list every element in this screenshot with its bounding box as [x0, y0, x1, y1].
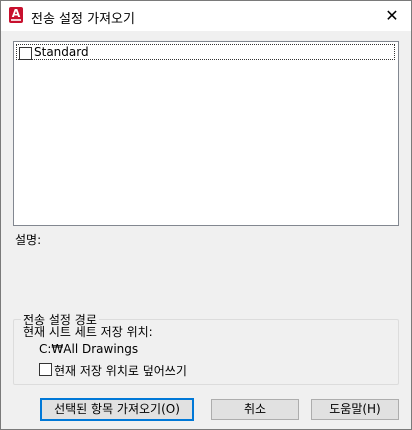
import-transmittal-dialog: A 전송 설정 가져오기 ✕ Standard 설명: 전송 설정 경로 현재 … [0, 0, 412, 430]
close-icon: ✕ [385, 6, 399, 25]
current-location-label: 현재 시트 세트 저장 위치: [23, 325, 153, 339]
list-item-label: Standard [34, 45, 89, 59]
current-location-value: C:₩All Drawings [39, 342, 139, 356]
title-bar: A 전송 설정 가져오기 ✕ [1, 1, 411, 31]
close-button[interactable]: ✕ [381, 5, 403, 27]
autocad-app-icon: A [9, 7, 23, 23]
dialog-title: 전송 설정 가져오기 [31, 12, 135, 27]
cancel-button[interactable]: 취소 [211, 399, 299, 420]
transmittal-setups-list[interactable]: Standard [13, 41, 399, 226]
list-item-checkbox[interactable] [19, 47, 32, 60]
description-label: 설명: [15, 233, 42, 247]
import-selected-button[interactable]: 선택된 항목 가져오기(O) [40, 398, 194, 421]
help-button[interactable]: 도움말(H) [311, 399, 399, 420]
overwrite-checkbox[interactable] [39, 363, 52, 376]
overwrite-label: 현재 저장 위치로 덮어쓰기 [54, 364, 187, 378]
list-item[interactable]: Standard [16, 44, 395, 60]
